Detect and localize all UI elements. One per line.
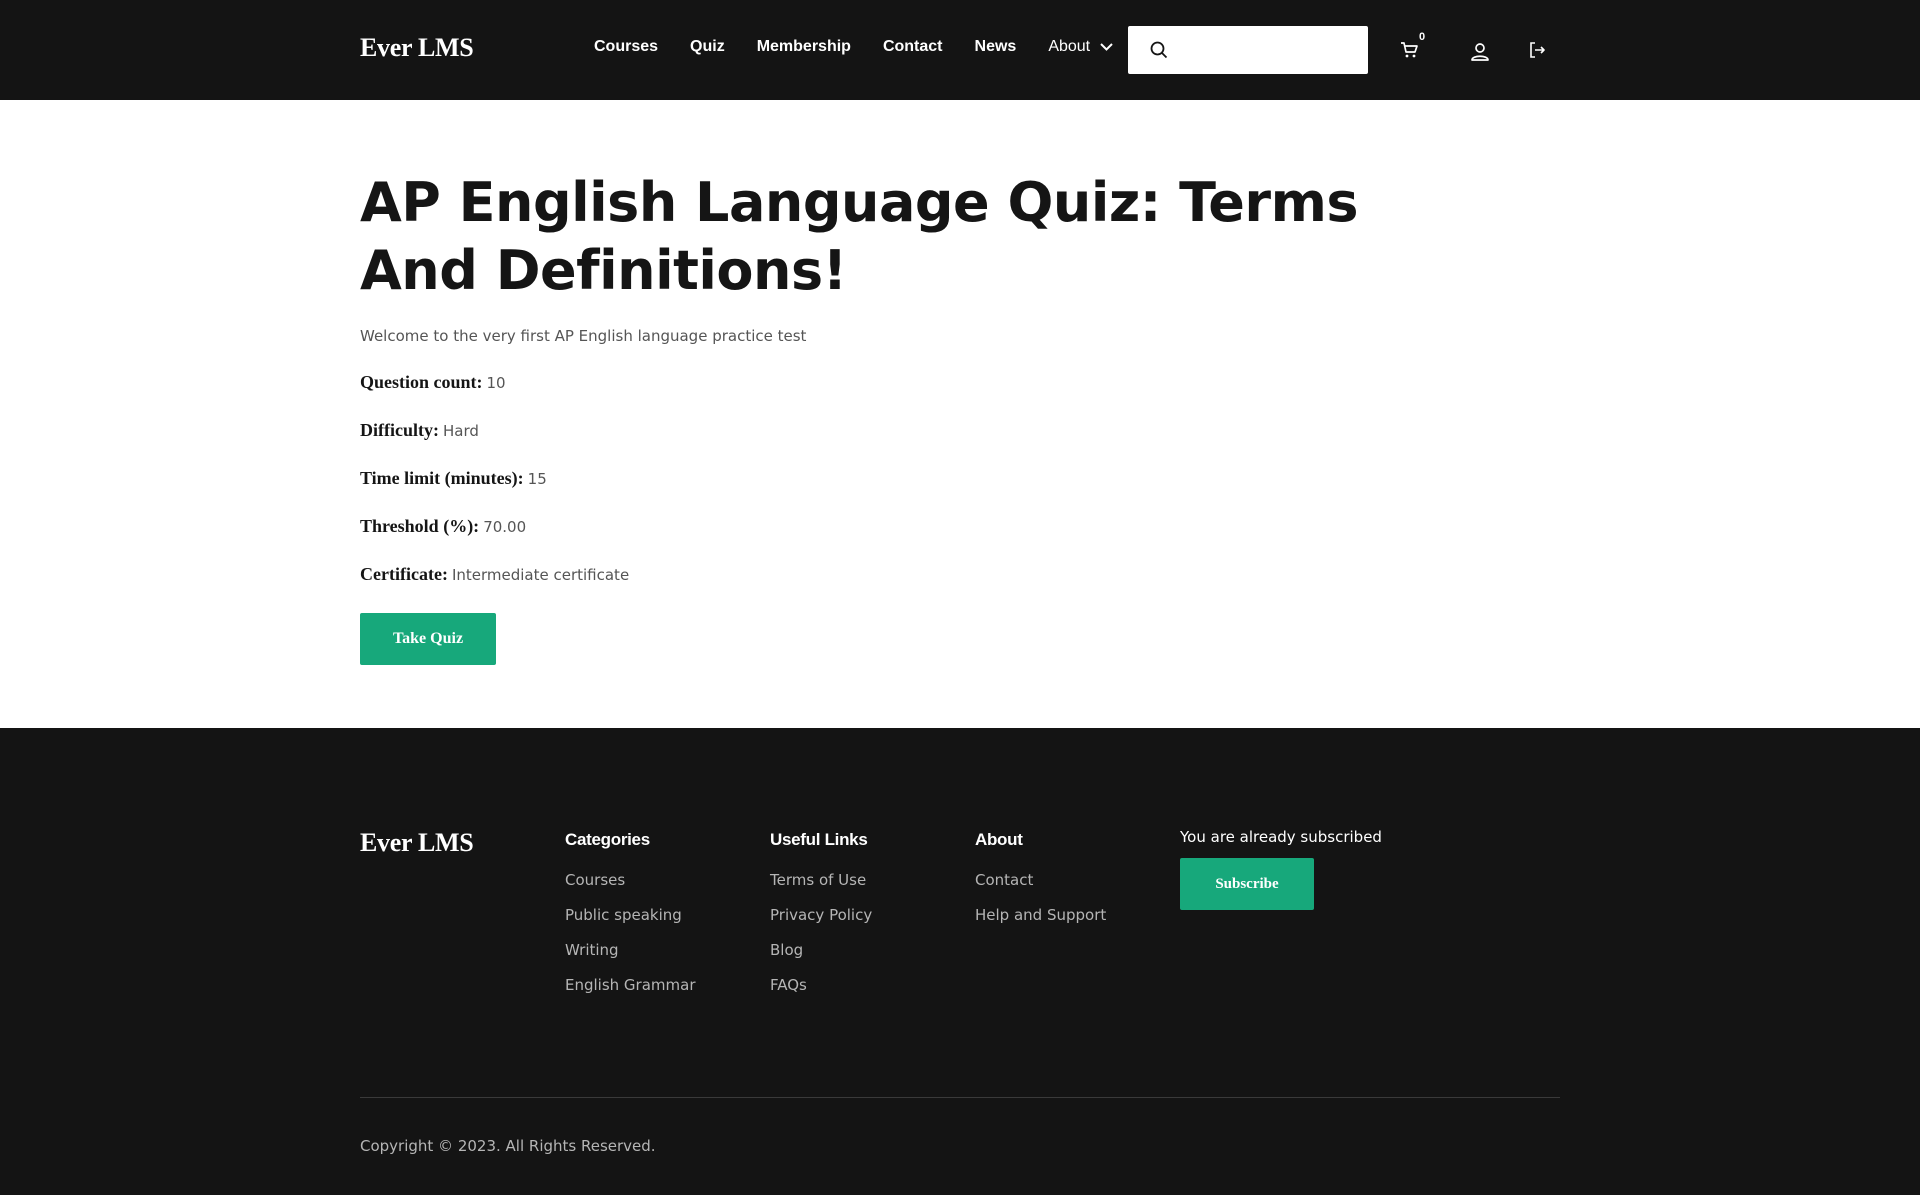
chevron-down-icon	[1100, 43, 1113, 51]
subscribe-status: You are already subscribed	[1180, 828, 1382, 846]
search-icon[interactable]	[1150, 41, 1168, 59]
footer-categories: Categories Courses Public speaking Writi…	[565, 830, 696, 1011]
field-value: 15	[527, 470, 547, 488]
footer-heading: Categories	[565, 830, 650, 849]
cart-count-badge: 0	[1419, 31, 1426, 43]
footer-link-terms[interactable]: Terms of Use	[770, 871, 872, 889]
footer-link-english-grammar[interactable]: English Grammar	[565, 976, 696, 994]
field-label: Certificate:	[360, 564, 448, 584]
quiz-threshold: Threshold (%): 70.00	[360, 516, 526, 537]
nav-link-quiz[interactable]: Quiz	[690, 38, 725, 56]
take-quiz-button[interactable]: Take Quiz	[360, 613, 496, 665]
footer-about: About Contact Help and Support	[975, 830, 1106, 941]
nav-about-label: About	[1048, 38, 1091, 55]
logout-icon[interactable]	[1525, 38, 1549, 62]
nav-link-courses[interactable]: Courses	[594, 38, 658, 56]
field-label: Time limit (minutes):	[360, 468, 524, 488]
footer-link-writing[interactable]: Writing	[565, 941, 696, 959]
site-logo[interactable]: Ever LMS	[360, 33, 474, 63]
field-value: 10	[486, 374, 506, 392]
footer-heading: Useful Links	[770, 830, 868, 849]
top-navbar: Ever LMS Courses Quiz Membership Contact…	[0, 0, 1920, 100]
quiz-question-count: Question count: 10	[360, 372, 506, 393]
field-value: Intermediate certificate	[451, 566, 630, 584]
nav-dropdown-about[interactable]: About	[1048, 38, 1113, 56]
footer-link-contact[interactable]: Contact	[975, 871, 1106, 889]
quiz-time-limit: Time limit (minutes): 15	[360, 468, 547, 489]
nav-link-contact[interactable]: Contact	[883, 38, 943, 56]
site-footer: Ever LMS Categories Courses Public speak…	[0, 728, 1920, 1195]
footer-divider	[360, 1097, 1560, 1098]
quiz-difficulty: Difficulty: Hard	[360, 420, 479, 441]
footer-useful-links: Useful Links Terms of Use Privacy Policy…	[770, 830, 872, 1011]
quiz-intro: Welcome to the very first AP English lan…	[360, 327, 807, 345]
copyright-text: Copyright © 2023. All Rights Reserved.	[360, 1137, 656, 1155]
subscribe-button[interactable]: Subscribe	[1180, 858, 1314, 910]
main-nav: Courses Quiz Membership Contact News Abo…	[594, 38, 1113, 56]
search-input[interactable]	[1180, 34, 1356, 66]
footer-logo[interactable]: Ever LMS	[360, 828, 474, 858]
footer-link-public-speaking[interactable]: Public speaking	[565, 906, 696, 924]
field-value: Hard	[442, 422, 479, 440]
quiz-certificate: Certificate: Intermediate certificate	[360, 564, 629, 585]
footer-link-privacy[interactable]: Privacy Policy	[770, 906, 872, 924]
page-title: AP English Language Quiz: Terms And Defi…	[360, 171, 1358, 302]
footer-link-help[interactable]: Help and Support	[975, 906, 1106, 924]
nav-link-news[interactable]: News	[975, 38, 1017, 56]
nav-link-membership[interactable]: Membership	[757, 38, 851, 56]
field-value: 70.00	[483, 518, 527, 536]
field-label: Question count:	[360, 372, 483, 392]
footer-link-faqs[interactable]: FAQs	[770, 976, 872, 994]
footer-heading: About	[975, 830, 1023, 849]
footer-link-blog[interactable]: Blog	[770, 941, 872, 959]
footer-link-courses[interactable]: Courses	[565, 871, 696, 889]
field-label: Difficulty:	[360, 420, 439, 440]
field-label: Threshold (%):	[360, 516, 480, 536]
search-box[interactable]	[1128, 26, 1368, 74]
user-icon[interactable]	[1468, 40, 1492, 64]
